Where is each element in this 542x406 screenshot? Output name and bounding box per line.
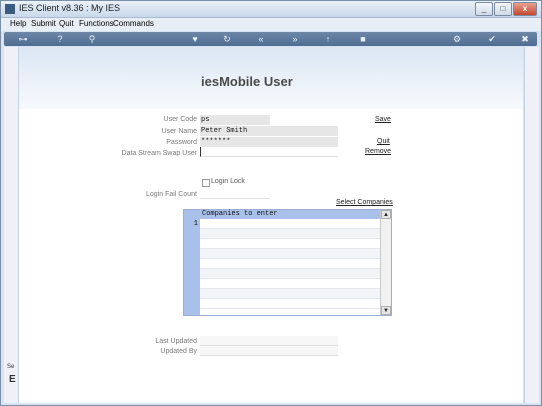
menu-submit[interactable]: Submit [31,19,56,28]
minimize-button[interactable]: _ [475,2,493,16]
save-link[interactable]: Save [375,116,391,123]
left-side-panel: Se E [4,47,19,403]
menu-functions[interactable]: Functions [79,19,114,28]
help-icon[interactable]: ? [54,33,66,45]
left-panel-glyph: E [9,374,16,385]
last-updated-field [200,336,338,346]
key-icon[interactable]: ⊶ [12,33,34,45]
close-window-button[interactable]: x [513,2,537,16]
companies-header: Companies to enter [200,210,381,219]
stop-icon[interactable]: ■ [357,33,369,45]
app-window: IES Client v8.36 : My IES _ □ x Help Sub… [0,0,542,406]
grid-scrollbar[interactable]: ▲ ▼ [380,210,391,315]
password-label: Password [166,139,197,146]
password-field[interactable]: ******* [200,137,338,147]
table-row[interactable] [200,259,381,269]
table-row[interactable] [200,299,381,309]
left-panel-text: Se [7,364,15,370]
check-icon[interactable]: ✔ [486,33,498,45]
maximize-button[interactable]: □ [494,2,512,16]
table-row[interactable] [200,279,381,289]
window-title: IES Client v8.36 : My IES [19,3,121,13]
login-lock-label: Login Lock [211,178,245,185]
app-icon [5,4,15,14]
refresh-icon[interactable]: ↻ [221,33,233,45]
close-icon[interactable]: ✖ [519,33,531,45]
table-row[interactable] [200,249,381,259]
last-updated-label: Last Updated [155,338,197,345]
upload-icon[interactable]: ↑ [322,33,334,45]
heart-icon[interactable]: ♥ [189,33,201,45]
swap-user-field[interactable] [200,147,338,157]
login-fail-label: Login Fail Count [146,191,197,198]
right-side-panel [524,47,539,403]
user-name-field[interactable]: Peter Smith [200,126,338,136]
menu-bar: Help Submit Quit Functions Commands [1,18,541,31]
table-row[interactable] [200,289,381,299]
swap-user-label: Data Stream Swap User [121,150,197,157]
scroll-up-icon[interactable]: ▲ [381,210,391,219]
quit-link[interactable]: Quit [377,138,390,145]
user-name-label: User Name [161,128,197,135]
companies-grid: 1 Companies to enter ▲ ▼ [183,209,392,316]
companies-grid-body: Companies to enter [200,210,381,315]
row-number: 1 [193,220,198,228]
table-row[interactable] [200,239,381,249]
toolbar: ⊶ ? ⚲ ♥ ↻ « » ↑ ■ ⚙ ✔ ✖ [4,32,537,46]
menu-commands[interactable]: Commands [113,19,154,28]
table-row[interactable] [200,269,381,279]
menu-help[interactable]: Help [10,19,26,28]
search-icon[interactable]: ⚲ [86,33,98,45]
menu-quit[interactable]: Quit [59,19,74,28]
settings-icon[interactable]: ⚙ [451,33,463,45]
table-row[interactable] [200,229,381,239]
fast-forward-icon[interactable]: » [289,33,301,45]
user-code-field[interactable]: ps [200,115,270,125]
user-code-label: User Code [163,116,197,123]
select-companies-link[interactable]: Select Companies [336,199,393,206]
rewind-icon[interactable]: « [255,33,267,45]
updated-by-label: Updated By [160,348,197,355]
login-lock-checkbox[interactable] [202,179,210,187]
login-fail-field[interactable] [200,189,270,199]
window-controls: _ □ x [474,2,537,16]
remove-link[interactable]: Remove [365,148,391,155]
title-bar: IES Client v8.36 : My IES _ □ x [1,1,541,18]
page-title: iesMobile User [201,74,293,89]
table-row[interactable] [200,219,381,229]
updated-by-field [200,346,338,356]
scroll-down-icon[interactable]: ▼ [381,306,391,315]
